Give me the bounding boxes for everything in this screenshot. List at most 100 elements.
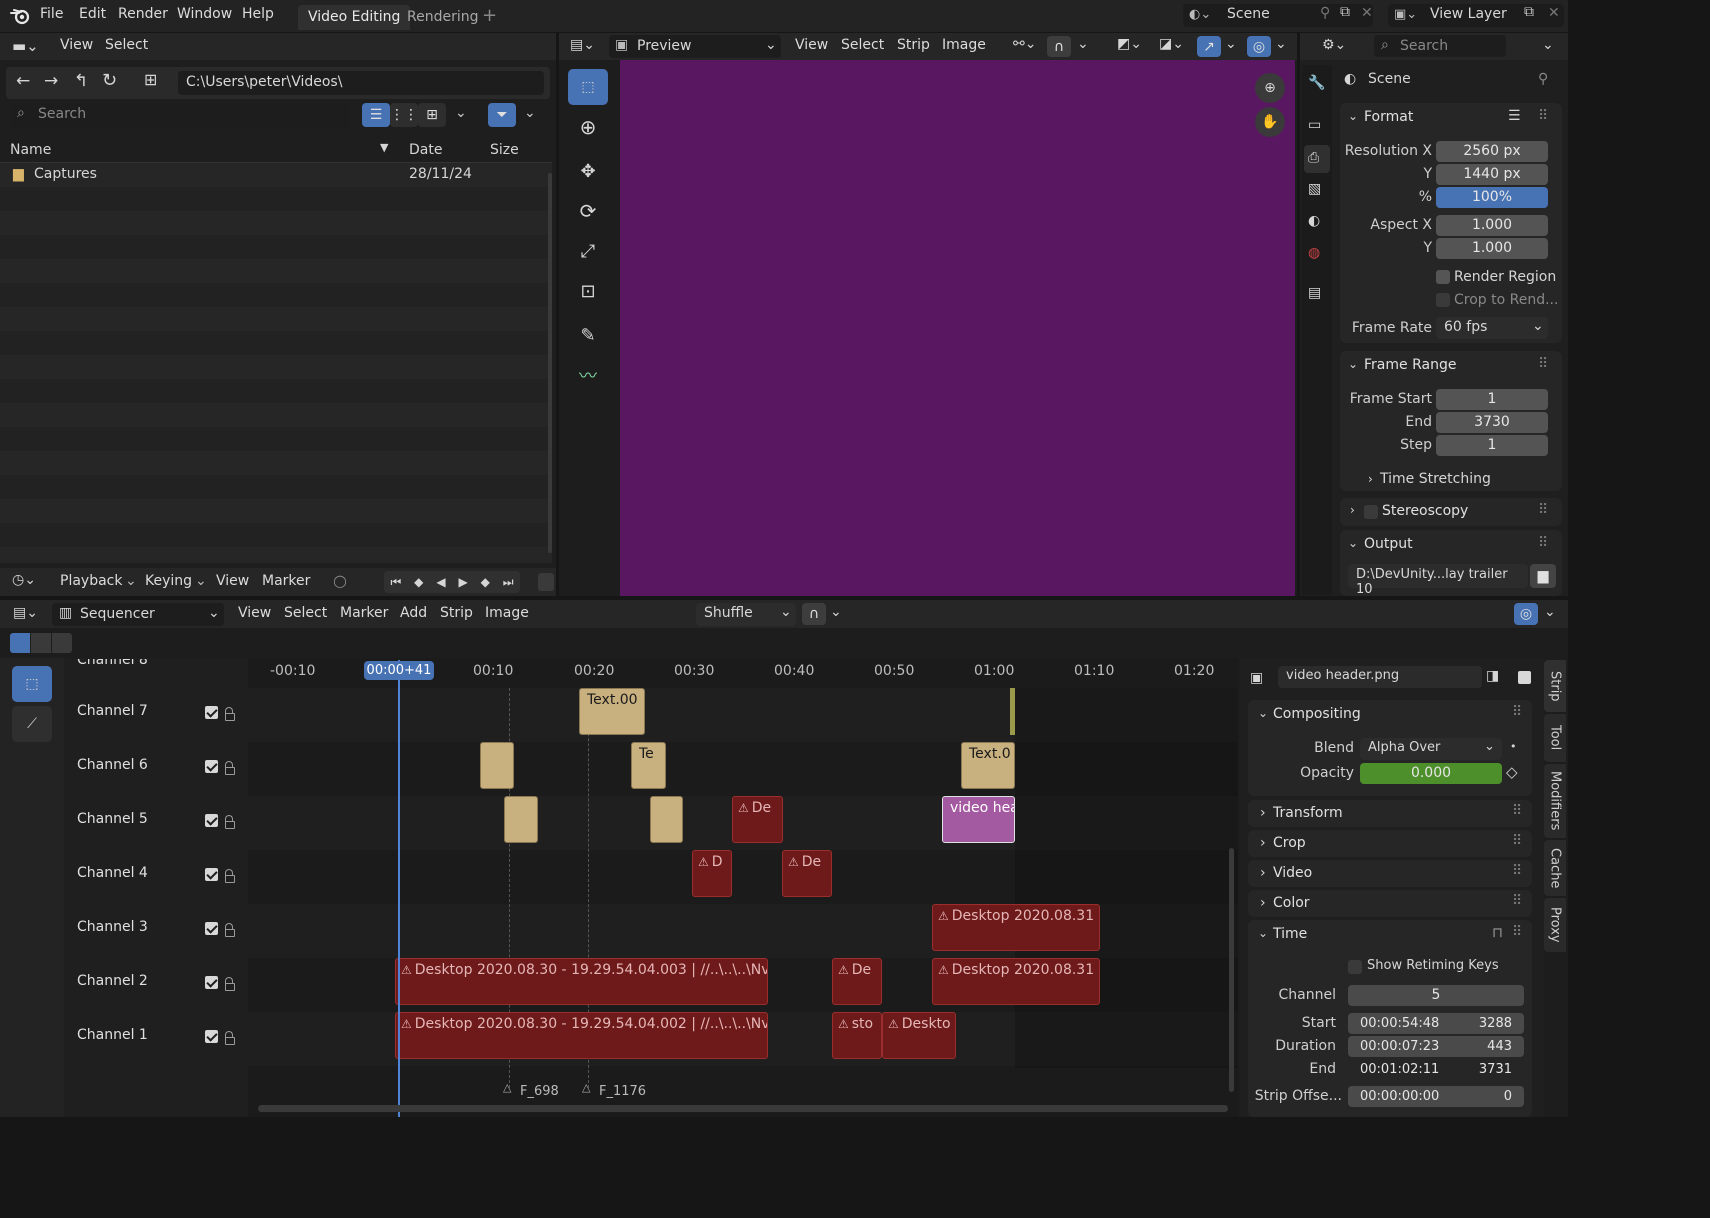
jump-end-icon[interactable]: ⏭ [503, 575, 514, 590]
menu-add[interactable]: Add [400, 605, 427, 621]
output-tab[interactable]: ⎙ [1304, 145, 1330, 173]
aspect-y-field[interactable]: 1.000 [1436, 238, 1548, 259]
text-strip[interactable] [480, 742, 514, 789]
missing-media-strip[interactable]: ⚠ Desktop 2020.08.30 - 19.29.54.04.003 | … [395, 958, 768, 1005]
frame-start-field[interactable]: 1 [1436, 389, 1548, 410]
snap-mode-select[interactable]: Shuffle ⌄ [696, 603, 796, 626]
missing-media-strip[interactable]: ⚠ De [782, 850, 832, 897]
select-subtract-icon[interactable] [52, 633, 72, 653]
compositing-title[interactable]: Compositing [1273, 706, 1361, 722]
missing-media-strip[interactable]: ⚠ Desktop 2020.08.30 - 19.29.54.04.002 | … [395, 1012, 768, 1059]
view-layer-selector[interactable]: ▣⌄ View Layer ⧉ ✕ [1388, 4, 1564, 27]
sequencer-mode-select[interactable]: Sequencer ▥ ⌄ [52, 603, 224, 626]
sequencer-editor-icon[interactable]: ▤⌄ [13, 605, 38, 621]
list-view-button[interactable]: ☰ [362, 103, 390, 127]
sort-icon[interactable]: ▼ [380, 141, 388, 154]
lock-icon[interactable] [225, 869, 235, 883]
select-extend-icon[interactable] [31, 633, 51, 653]
crop-panel[interactable]: › Crop ⠿ [1248, 830, 1532, 857]
prev-keyframe-icon[interactable]: ◆ [414, 575, 423, 589]
chevron-down-icon[interactable]: ⌄ [1348, 357, 1358, 371]
chevron-down-icon[interactable]: ⌄ [455, 105, 467, 121]
menu-edit[interactable]: Edit [79, 6, 106, 22]
channel-label[interactable]: Channel 3 [77, 919, 148, 935]
menu-select[interactable]: Select [841, 37, 884, 53]
drag-handle-icon[interactable]: ⠿ [1512, 863, 1522, 879]
lock-icon[interactable] [225, 815, 235, 829]
chevron-down-icon[interactable]: ⌄ [1077, 36, 1089, 52]
drag-handle-icon[interactable]: ⠿ [1512, 833, 1522, 849]
tool-tab-icon[interactable]: 🔧 [1308, 75, 1325, 91]
keyframe-icon[interactable]: ◇ [1506, 763, 1518, 781]
menu-image[interactable]: Image [942, 37, 986, 53]
menu-select[interactable]: Select [284, 605, 327, 621]
mute-checkbox[interactable] [205, 922, 218, 935]
blender-logo-icon[interactable] [9, 7, 31, 25]
format-title[interactable]: Format [1364, 109, 1413, 125]
detail-view-button[interactable]: ⋮⋮ [390, 103, 418, 127]
pivot-icon[interactable]: ⚯⌄ [1013, 36, 1036, 52]
lock-icon[interactable] [225, 923, 235, 937]
text-strip[interactable]: Te [631, 742, 666, 789]
lock-icon[interactable] [225, 1031, 235, 1045]
menu-window[interactable]: Window [177, 6, 232, 22]
mute-checkbox[interactable] [205, 706, 218, 719]
path-field[interactable]: C:\Users\peter\Videos\ [178, 71, 544, 95]
close-icon[interactable]: ✕ [1548, 5, 1560, 21]
transform-tool[interactable]: ⊡ [568, 273, 608, 309]
render-region-checkbox[interactable] [1436, 270, 1450, 284]
sequencer-editor-icon[interactable]: ▤⌄ [570, 37, 595, 53]
resolution-percent-field[interactable]: 100% [1436, 187, 1548, 208]
scrollbar[interactable] [548, 173, 552, 553]
pin-icon[interactable]: ⚲ [1320, 5, 1330, 21]
channel-label[interactable]: Channel 4 [77, 865, 148, 881]
chevron-down-icon[interactable]: ⌄ [1258, 926, 1268, 940]
keyframe-dot-icon[interactable]: • [1510, 740, 1517, 753]
play-icon[interactable]: ▶ [458, 575, 467, 589]
tab-rendering[interactable]: Rendering [397, 5, 489, 30]
frame-end-field[interactable]: 3730 [1436, 412, 1548, 433]
column-name[interactable]: Name [10, 142, 51, 158]
gizmo-toggle[interactable]: ↗ [1197, 36, 1221, 57]
marker-icon[interactable]: △ [582, 1081, 590, 1094]
start-field[interactable]: 00:00:54:48 3288 [1348, 1013, 1524, 1034]
menu-help[interactable]: Help [242, 6, 274, 22]
menu-view[interactable]: View [60, 37, 93, 53]
overlay-settings-icon[interactable]: ◪⌄ [1159, 36, 1184, 52]
menu-view[interactable]: View [795, 37, 828, 53]
chevron-down-icon[interactable]: ⌄ [1542, 37, 1554, 53]
render-tab-icon[interactable]: ▭ [1308, 117, 1321, 133]
mute-checkbox[interactable] [205, 976, 218, 989]
show-retiming-checkbox[interactable] [1348, 960, 1362, 974]
text-strip[interactable] [650, 796, 683, 843]
menu-render[interactable]: Render [118, 6, 168, 22]
move-tool[interactable]: ✥ [568, 153, 608, 189]
chevron-down-icon[interactable]: ⌄ [1544, 604, 1556, 620]
channel-label[interactable]: Channel 6 [77, 757, 148, 773]
column-size[interactable]: Size [490, 142, 519, 158]
lock-icon[interactable] [225, 977, 235, 991]
menu-strip[interactable]: Strip [440, 605, 473, 621]
audio-strip[interactable] [1010, 688, 1015, 735]
editor-type-icon[interactable]: ▬⌄ [12, 37, 39, 55]
channel-field[interactable]: 5 [1348, 985, 1524, 1006]
menu-image[interactable]: Image [485, 605, 529, 621]
zoom-button[interactable]: ⊕ [1255, 73, 1285, 103]
image-strip[interactable]: video hea [942, 796, 1015, 843]
frame-step-field[interactable]: 1 [1436, 435, 1548, 456]
annotate-tool[interactable]: 〰 [568, 357, 608, 393]
output-title[interactable]: Output [1364, 536, 1413, 552]
tab-proxy[interactable]: Proxy [1544, 898, 1566, 952]
chevron-down-icon[interactable]: ⌄ [524, 105, 536, 121]
color-panel[interactable]: › Color ⠿ [1248, 890, 1532, 917]
new-scene-icon[interactable]: ⧉ [1340, 4, 1350, 20]
blade-tool[interactable]: ⟋ [12, 706, 52, 742]
menu-keying[interactable]: Keying [145, 573, 192, 589]
menu-playback[interactable]: Playback [60, 573, 122, 589]
scene-selector[interactable]: ◐⌄ Scene ⚲ ⧉ ✕ [1183, 4, 1373, 27]
preview-canvas[interactable] [620, 60, 1295, 596]
snap-toggle[interactable]: ∩ [802, 603, 826, 625]
chevron-down-icon[interactable]: ⌄ [1275, 36, 1287, 52]
channel-label[interactable]: Channel 7 [77, 703, 148, 719]
scale-tool[interactable]: ⤢ [568, 233, 608, 269]
